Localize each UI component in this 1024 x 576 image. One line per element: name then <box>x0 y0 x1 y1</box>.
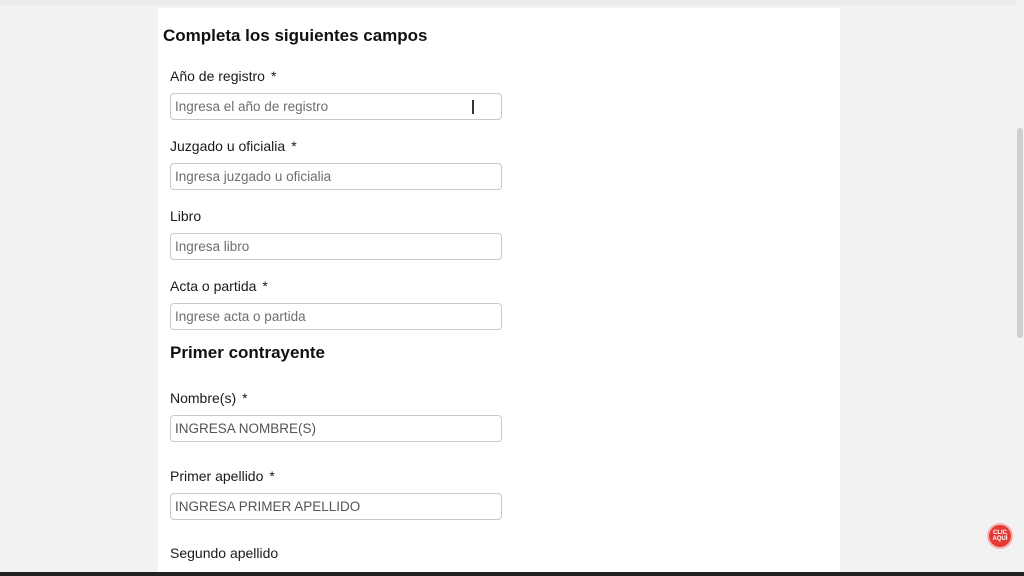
badge-text: CLIC AQUÍ <box>993 530 1008 542</box>
label-primer-apellido: Primer apellido * <box>170 468 275 484</box>
top-bar <box>0 0 1024 5</box>
label-acta: Acta o partida * <box>170 278 268 294</box>
label-text: Juzgado u oficialia <box>170 138 286 154</box>
label-libro: Libro <box>170 208 207 224</box>
required-mark: * <box>291 138 297 154</box>
acta-input[interactable] <box>170 303 502 330</box>
nombres-input[interactable] <box>170 415 502 442</box>
label-text: Segundo apellido <box>170 545 279 561</box>
required-mark: * <box>270 68 277 84</box>
label-juzgado: Juzgado u oficialia * <box>170 138 297 154</box>
juzgado-input[interactable] <box>170 163 502 190</box>
label-text: Libro <box>170 208 202 224</box>
section-title-primer-contrayente: Primer contrayente <box>170 343 325 362</box>
label-text: Nombre(s) <box>170 390 237 406</box>
required-mark: * <box>262 278 268 294</box>
clic-aqui-badge[interactable]: CLIC AQUÍ <box>987 523 1013 549</box>
bottom-border <box>0 572 1024 576</box>
label-segundo-apellido: Segundo apellido <box>170 545 284 561</box>
label-text: Primer apellido <box>170 468 264 484</box>
anio-registro-input[interactable] <box>170 93 502 120</box>
badge-line2: AQUÍ <box>992 536 1008 542</box>
required-mark: * <box>269 468 275 484</box>
label-text: Año de registro <box>170 68 265 84</box>
form-title: Completa los siguientes campos <box>163 26 428 45</box>
label-text: Acta o partida <box>170 278 257 294</box>
required-mark: * <box>242 390 248 406</box>
scrollbar-thumb[interactable] <box>1017 128 1023 338</box>
label-nombres: Nombre(s) * <box>170 390 248 406</box>
scrollbar[interactable] <box>1016 0 1024 576</box>
libro-input[interactable] <box>170 233 502 260</box>
label-anio-registro: Año de registro * <box>170 68 276 84</box>
primer-apellido-input[interactable] <box>170 493 502 520</box>
text-cursor-icon <box>472 100 474 114</box>
